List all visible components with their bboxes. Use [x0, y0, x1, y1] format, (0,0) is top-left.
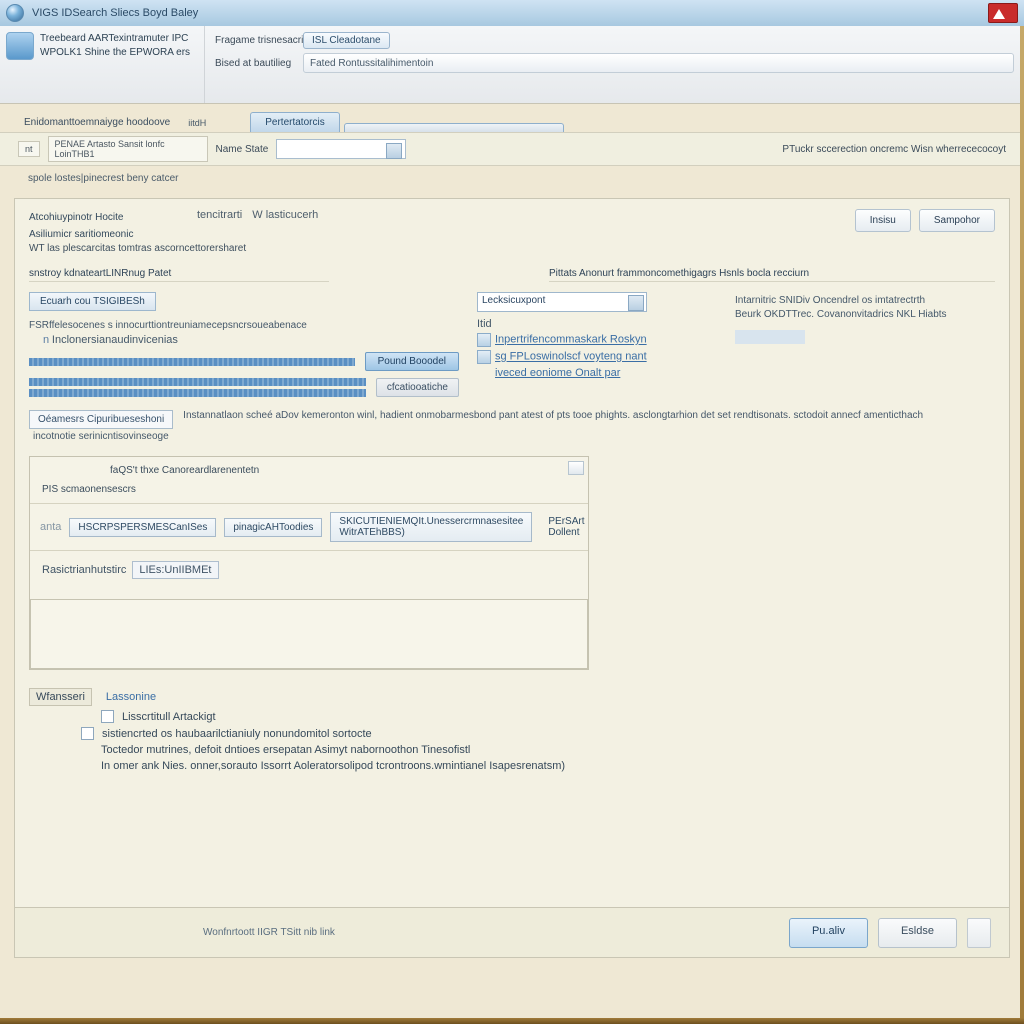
section-left-header: snstroy kdnateartLINRnug Patet — [29, 268, 329, 282]
card-drop-1[interactable]: HSCRPSPERSMESCanISes — [69, 518, 216, 537]
card-drop-3[interactable]: SKICUTIENIEMQIt.Unessercrmnasesitee Witr… — [330, 512, 532, 542]
filter-subrow: spole lostes|pinecrest beny catcer — [0, 166, 1024, 190]
card-head-left: PIS scmaonensescrs — [42, 484, 136, 495]
window-title: VIGS IDSearch Sliecs Boyd Baley — [32, 7, 198, 19]
midcenter-link1[interactable]: Inpertrifencommaskark Roskyn — [495, 334, 647, 346]
doc-icon — [477, 350, 491, 364]
footer-tiny-button[interactable] — [967, 918, 991, 948]
card-empty-area — [30, 599, 588, 669]
filter-row: nt PENAE Artasto Sansit lonfc LoinTHB1 N… — [0, 132, 1024, 166]
midright-line2: Beurk OKDTTrec. Covanonvitadrics NKL Hia… — [735, 309, 995, 320]
opts-b: Lisscrtitull Artackigt — [122, 711, 216, 723]
card-drop-2[interactable]: pinagicAHToodies — [224, 518, 322, 537]
header-row1-label: Fragame trisnesacri — [215, 35, 295, 46]
options-block: Wfansseri Lassonine Lisscrtitull Artacki… — [29, 688, 995, 772]
progress-bar-2 — [29, 378, 366, 386]
header-row2-field[interactable]: Fated Rontussitalihimentoin — [303, 53, 1014, 73]
infostrip-text: Instannatlaon scheé aDov kemeronton winl… — [183, 410, 923, 421]
window-border-bottom — [0, 1018, 1024, 1024]
mini-tab-b[interactable]: W lasticucerh — [252, 209, 318, 221]
opts-e: In omer ank Nies. onner,sorauto Issorrt … — [101, 760, 565, 772]
header-panel: Treebeard AARTexintramuter IPC WPOLK1 Sh… — [0, 26, 1024, 104]
midcenter-link3[interactable]: iveced eoniome Onalt par — [495, 367, 620, 379]
title-bar: VIGS IDSearch Sliecs Boyd Baley — [0, 0, 1024, 26]
section-right-header: Pittats Anonurt frammoncomethigagrs Hsnl… — [549, 268, 995, 282]
progress-bar-3 — [29, 389, 366, 397]
doc-icon — [477, 333, 491, 347]
opts-d: Toctedor mutrines, defoit dntioes ersepa… — [101, 744, 470, 756]
tab-secondary[interactable] — [344, 123, 564, 132]
midleft-blue-button[interactable]: Pound Booodel — [365, 352, 459, 371]
midleft-line1: FSRffelesocenes s innocurttiontreuniamec… — [29, 320, 459, 331]
midleft-button[interactable]: Ecuarh cou TSIGIBESh — [29, 292, 156, 311]
midcenter-hint: Itid — [477, 318, 492, 330]
breadcrumb: Enidomanttoemnaiyge hoodoove — [16, 113, 178, 132]
breadcrumb-mini: iitdH — [182, 114, 212, 132]
infostrip-sub: incotnotie serinicntisovinseoge — [33, 431, 995, 442]
header-line-1: Treebeard AARTexintramuter IPC — [40, 32, 190, 46]
footer-primary-button[interactable]: Pu.aliv — [789, 918, 868, 948]
window-border-right — [1020, 26, 1024, 1024]
card-after-label: PErSArt Dollent — [548, 516, 584, 538]
mini-tab-a[interactable]: tencitrarti — [197, 209, 242, 221]
filter-seg-b[interactable]: PENAE Artasto Sansit lonfc LoinTHB1 — [48, 136, 208, 162]
midright-line1: Intarnitric SNIDiv Oncendrel os imtatrec… — [735, 295, 995, 306]
book-icon — [6, 32, 34, 60]
header-line-2: WPOLK1 Shine the EPWORA ers — [40, 46, 190, 60]
midright-swatch — [735, 330, 805, 344]
midleft-line2: Inclonersianaudinvicenias — [52, 334, 178, 346]
filter-seg-a[interactable]: nt — [18, 141, 40, 157]
description-line: WT las plescarcitas tomtras ascorncettor… — [29, 243, 995, 254]
filter-right-label: PTuckr sccerection oncremc Wisn wherrece… — [782, 144, 1006, 155]
header-identity: Treebeard AARTexintramuter IPC WPOLK1 Sh… — [0, 26, 205, 103]
opts-c: sistiencrted os haubaarilctianiuly nonun… — [102, 728, 372, 740]
midcenter-select[interactable]: Lecksicuxpont — [477, 292, 647, 312]
card-sub-label: Rasictrianhutstirc — [42, 564, 126, 576]
warning-icon — [993, 9, 1005, 19]
window-close-button[interactable] — [988, 3, 1018, 23]
main-panel: Atcohiuypinotr Hocite Asiliumicr saritio… — [14, 198, 1010, 958]
footer-bar: Wonfnrtoott IIGR TSitt nib link Pu.aliv … — [15, 907, 1009, 957]
midcenter-link2[interactable]: sg FPLoswinolscf voyteng nant — [495, 351, 647, 363]
tab-strip: Enidomanttoemnaiyge hoodoove iitdH Perte… — [0, 104, 1024, 132]
top-button-b[interactable]: Sampohor — [919, 209, 995, 232]
filter-name-select[interactable] — [276, 139, 406, 159]
tab-active[interactable]: Pertertatorcis — [250, 112, 339, 132]
header-row2-label: Bised at bautilieg — [215, 58, 295, 69]
card-corner-icon[interactable] — [568, 461, 584, 475]
footer-status: Wonfnrtoott IIGR TSitt nib link — [203, 927, 335, 938]
header-row1-button[interactable]: ISL Cleadotane — [303, 32, 390, 49]
app-orb-icon — [6, 4, 24, 22]
checkbox-b[interactable] — [101, 710, 114, 723]
progress-bar-1 — [29, 358, 355, 366]
side-item-2[interactable]: Asiliumicr saritiomeonic — [29, 226, 179, 243]
checkbox-c[interactable] — [81, 727, 94, 740]
filter-sub-a: spole lostes|pinecrest beny catcer — [28, 173, 178, 184]
filter-name-label: Name State — [216, 144, 269, 155]
infostrip-button[interactable]: Oéamesrs Cipuribueseshoni — [29, 410, 173, 429]
opts-tab[interactable]: Wfansseri — [29, 688, 92, 706]
card-box: faQS't thxe Canoreardlarenentetn PIS scm… — [29, 456, 589, 670]
footer-secondary-button[interactable]: Esldse — [878, 918, 957, 948]
card-btn-lead: anta — [40, 521, 61, 533]
card-head-right: faQS't thxe Canoreardlarenentetn — [110, 465, 259, 476]
card-sub-field[interactable]: LIEs:UnIIBMEt — [132, 561, 218, 579]
side-item-1[interactable]: Atcohiuypinotr Hocite — [29, 209, 179, 226]
top-button-a[interactable]: Insisu — [855, 209, 911, 232]
opts-link-a[interactable]: Lassonine — [106, 691, 156, 703]
midleft-grey-button[interactable]: cfcatiooatiche — [376, 378, 459, 397]
